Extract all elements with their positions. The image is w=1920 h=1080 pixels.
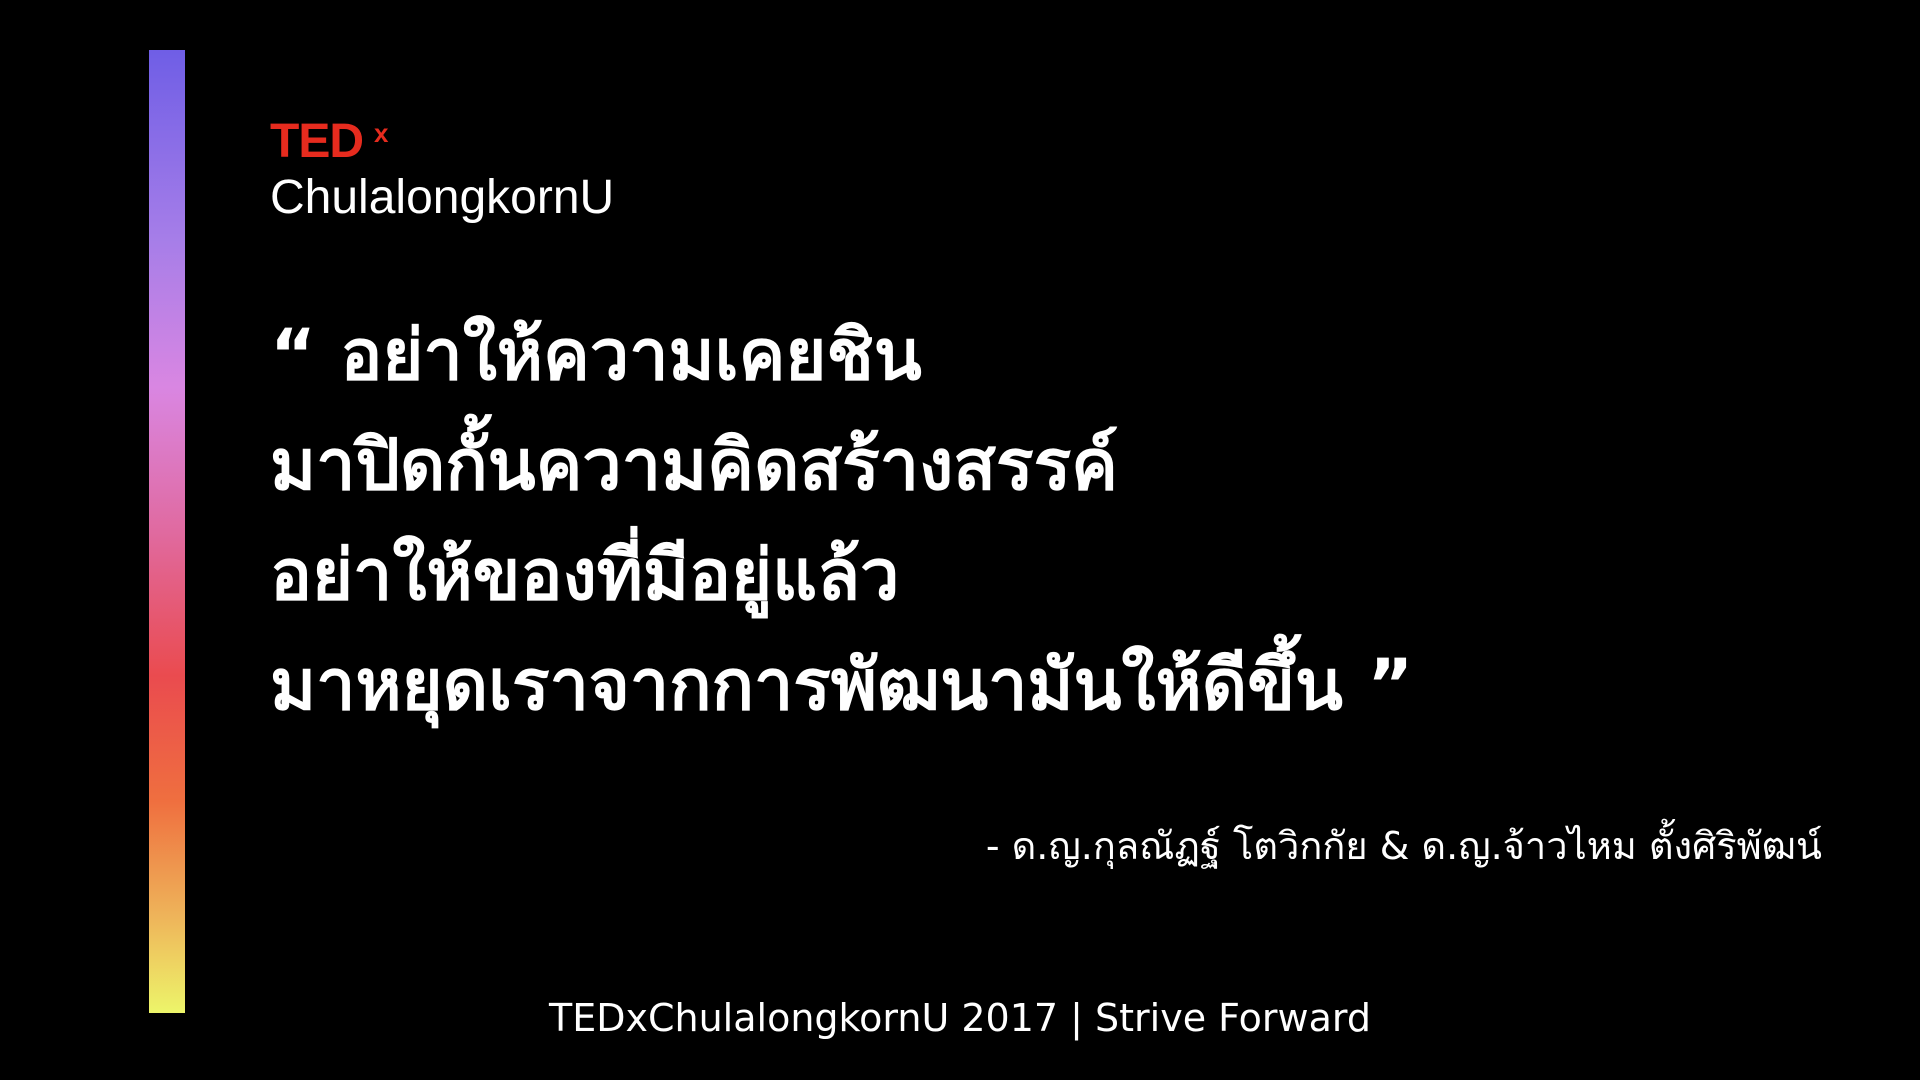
logo-x-superscript: x	[374, 118, 389, 148]
quote-block: “ อย่าให้ความเคยชิน มาปิดกั้นความคิดสร้า…	[270, 300, 1870, 740]
quote-attribution: - ด.ญ.กุลณัฏฐ์ โตวิกกัย & ด.ญ.จ้าวไหม ตั…	[985, 824, 1822, 868]
logo-event-name: ChulalongkornU	[270, 171, 615, 224]
quote-line-3: อย่าให้ของที่มีอยู่แล้ว	[270, 534, 900, 616]
logo-ted-wordmark: TED	[270, 115, 364, 168]
quote-line-4: มาหยุดเราจากการพัฒนามันให้ดีขึ้น ”	[270, 644, 1414, 726]
event-footer: TEDxChulalongkornU 2017 | Strive Forward	[549, 996, 1371, 1040]
quote-line-1: “ อย่าให้ความเคยชิน	[270, 314, 922, 396]
gradient-accent-bar	[149, 50, 185, 1013]
quote-line-2: มาปิดกั้นความคิดสร้างสรรค์	[270, 424, 1118, 506]
tedx-logo: TED x ChulalongkornU	[270, 118, 730, 228]
